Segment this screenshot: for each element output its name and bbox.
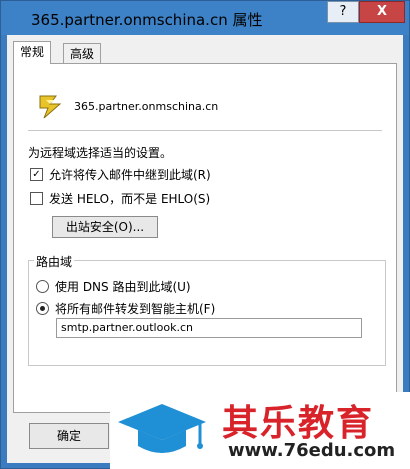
- graduation-cap-icon: [118, 404, 206, 453]
- smarthost-radio-row[interactable]: 将所有邮件转发到智能主机(F): [36, 300, 215, 317]
- dns-radio-label: 使用 DNS 路由到此域(U): [55, 280, 191, 294]
- dns-radio[interactable]: [36, 280, 49, 293]
- help-button[interactable]: ?: [327, 1, 359, 23]
- watermark-title: 其乐教育: [222, 403, 375, 444]
- window-title: 365.partner.onmschina.cn 属性: [31, 11, 263, 29]
- tab-general[interactable]: 常规: [13, 41, 52, 64]
- helo-checkbox-row[interactable]: 发送 HELO，而不是 EHLO(S): [30, 190, 210, 207]
- helo-checkbox[interactable]: [30, 192, 43, 205]
- ok-button[interactable]: 确定: [29, 423, 109, 449]
- helo-label: 发送 HELO，而不是 EHLO(S): [49, 192, 211, 206]
- smarthost-radio-label: 将所有邮件转发到智能主机(F): [55, 302, 216, 316]
- domain-name: 365.partner.onmschina.cn: [74, 100, 219, 113]
- tab-advanced[interactable]: 高级: [63, 43, 102, 64]
- relay-label: 允许将传入邮件中继到此域(R): [49, 168, 211, 182]
- watermark-url: www.76edu.com: [228, 440, 396, 461]
- divider: [28, 130, 382, 131]
- title-bar[interactable]: 365.partner.onmschina.cn 属性 ? X: [1, 1, 409, 35]
- settings-description: 为远程域选择适当的设置。: [28, 146, 173, 160]
- domain-arrows-icon: [39, 95, 62, 119]
- smarthost-radio[interactable]: [36, 302, 49, 315]
- relay-checkbox-row[interactable]: ✓ 允许将传入邮件中继到此域(R): [30, 166, 211, 183]
- routing-group-label: 路由域: [34, 253, 75, 270]
- smarthost-input[interactable]: smtp.partner.outlook.cn: [56, 318, 362, 338]
- watermark: 其乐教育 www.76edu.com: [110, 392, 410, 469]
- dns-radio-row[interactable]: 使用 DNS 路由到此域(U): [36, 278, 191, 295]
- close-button[interactable]: X: [359, 1, 405, 23]
- outbound-security-button[interactable]: 出站安全(O)...: [52, 216, 158, 238]
- general-tab-panel: 365.partner.onmschina.cn 为远程域选择适当的设置。 ✓ …: [13, 63, 397, 413]
- relay-checkbox[interactable]: ✓: [30, 168, 43, 181]
